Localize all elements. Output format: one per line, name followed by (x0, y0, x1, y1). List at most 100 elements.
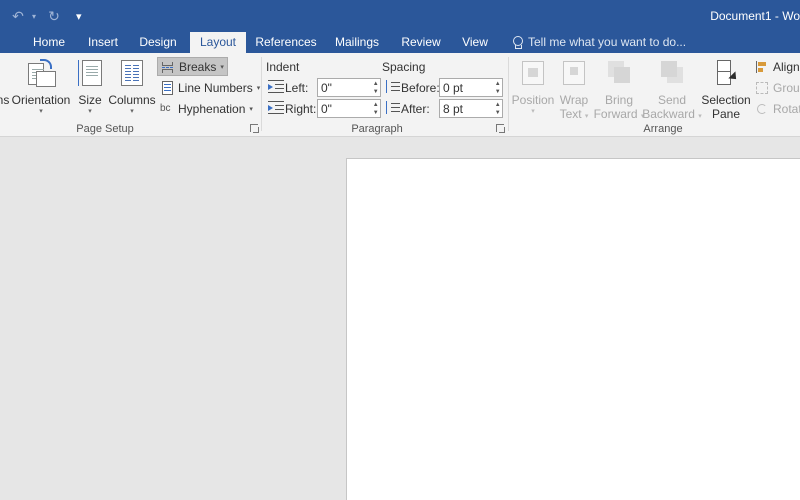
indent-right-icon (268, 101, 284, 114)
spacing-before-stepper[interactable]: ▲▼ (439, 78, 503, 97)
send-backward-icon (657, 57, 687, 89)
bring-forward-button[interactable]: Bring Forward ▾ (594, 57, 644, 122)
wrap-text-icon (559, 57, 589, 89)
spacing-before-input[interactable] (440, 79, 494, 96)
chevron-down-icon: ▾ (130, 108, 134, 115)
tab-review[interactable]: Review (396, 32, 446, 53)
position-label: Position (511, 93, 555, 107)
indent-right-input[interactable] (318, 100, 372, 117)
redo-icon[interactable]: ↻ (44, 6, 64, 26)
document-page[interactable] (346, 158, 800, 500)
undo-dropdown-icon[interactable]: ▾ (32, 12, 40, 21)
spacing-before-label: Before: (401, 81, 440, 95)
indent-heading: Indent (266, 60, 300, 74)
wrap-text-button[interactable]: Wrap Text ▾ (556, 57, 592, 122)
orientation-icon (26, 57, 56, 89)
send-backward-label-line2: Backward ▾ (642, 107, 702, 121)
line-numbers-button[interactable]: Line Numbers ▾ (157, 78, 263, 97)
spacing-after-label: After: (401, 102, 430, 116)
size-icon (75, 57, 105, 89)
paragraph-launcher-icon[interactable] (496, 124, 505, 133)
position-icon (518, 57, 548, 89)
spacing-before-icon (384, 80, 400, 94)
tab-mailings[interactable]: Mailings (328, 32, 386, 53)
rotate-button[interactable]: Rotate (752, 99, 800, 118)
align-icon (755, 60, 769, 74)
chevron-down-icon: ▾ (531, 108, 535, 115)
chevron-down-icon: ▾ (249, 105, 253, 113)
orientation-button[interactable]: Orientation ▾ (12, 57, 70, 117)
ribbon-layout: ns Orientation ▾ Size ▾ Columns ▾ (0, 53, 800, 137)
line-numbers-icon (160, 80, 174, 95)
lightbulb-icon (512, 35, 523, 50)
tab-references[interactable]: References (252, 32, 320, 53)
stepper-arrows-icon[interactable]: ▲ ▼ (371, 79, 380, 96)
paragraph-group-label: Paragraph (351, 123, 403, 135)
spacing-after-stepper[interactable]: ▲▼ (439, 99, 503, 118)
size-button[interactable]: Size ▾ (74, 57, 106, 117)
page-setup-group-label: Page Setup (76, 123, 134, 135)
group-button[interactable]: Group (752, 78, 800, 97)
page-setup-launcher-icon[interactable] (250, 124, 259, 133)
bring-forward-label-line1: Bring (604, 93, 633, 107)
customize-qat-icon[interactable]: ▾ (76, 10, 90, 23)
stepper-arrows-icon[interactable]: ▲ ▼ (493, 79, 502, 96)
send-backward-label-line1: Send (657, 93, 687, 107)
tell-me-label: Tell me what you want to do... (528, 35, 687, 49)
breaks-button[interactable]: Breaks ▾ (157, 57, 228, 76)
document-title: Document1 - Wo (710, 9, 800, 23)
align-label: Align (773, 59, 800, 74)
rotate-icon (755, 102, 769, 116)
margins-label: ns (0, 93, 10, 107)
indent-left-icon (268, 80, 284, 93)
spacing-after-input[interactable] (440, 100, 494, 117)
selection-pane-label-line1: Selection (701, 93, 751, 107)
margins-icon (0, 57, 10, 89)
tab-view[interactable]: View (454, 32, 496, 53)
columns-icon (117, 57, 147, 89)
quick-access-toolbar: ↶ ▾ ↻ ▾ (8, 6, 90, 26)
wrap-text-label-line1: Wrap (559, 93, 589, 107)
spacing-heading: Spacing (382, 60, 426, 74)
tell-me-box[interactable]: Tell me what you want to do... (512, 32, 686, 53)
orientation-label: Orientation (11, 93, 71, 107)
undo-icon[interactable]: ↶ (8, 6, 28, 26)
columns-button[interactable]: Columns ▾ (108, 57, 156, 117)
group-label: Group (773, 80, 800, 95)
indent-left-label: Left: (285, 81, 309, 95)
title-bar: ↶ ▾ ↻ ▾ Document1 - Wo (0, 0, 800, 32)
line-numbers-label: Line Numbers (178, 80, 253, 95)
chevron-down-icon: ▾ (220, 63, 224, 71)
tab-home[interactable]: Home (24, 32, 74, 53)
ribbon-tabs: Home Insert Design Layout References Mai… (0, 32, 800, 53)
selection-pane-label-line2: Pane (711, 107, 741, 121)
indent-left-input[interactable] (318, 79, 372, 96)
align-button[interactable]: Align ▾ (752, 57, 800, 76)
stepper-arrows-icon[interactable]: ▲ ▼ (371, 100, 380, 117)
breaks-label: Breaks (179, 59, 217, 74)
breaks-icon (161, 60, 175, 74)
group-divider (508, 57, 509, 131)
indent-left-stepper[interactable]: ▲▼ (317, 78, 381, 97)
rotate-label: Rotate (773, 101, 800, 116)
position-button[interactable]: Position ▾ (512, 57, 554, 117)
bring-forward-icon (604, 57, 634, 89)
indent-right-label: Right: (285, 102, 317, 116)
wrap-text-label-line2: Text ▾ (559, 107, 589, 121)
size-label: Size (78, 93, 102, 107)
bring-forward-label-line2: Forward ▾ (593, 107, 645, 121)
indent-right-stepper[interactable]: ▲▼ (317, 99, 381, 118)
tab-layout[interactable]: Layout (190, 32, 246, 53)
spacing-after-icon (384, 101, 400, 115)
group-icon (755, 81, 769, 95)
margins-button[interactable]: ns (0, 57, 10, 107)
send-backward-button[interactable]: Send Backward ▾ (642, 57, 702, 122)
stepper-arrows-icon[interactable]: ▲ ▼ (493, 100, 502, 117)
tab-insert[interactable]: Insert (80, 32, 126, 53)
hyphenation-button[interactable]: bc Hyphenation ▾ (157, 99, 256, 118)
document-workspace (0, 138, 800, 500)
chevron-down-icon: ▾ (88, 108, 92, 115)
tab-design[interactable]: Design (132, 32, 184, 53)
selection-pane-button[interactable]: Selection Pane (701, 57, 751, 121)
group-divider (261, 57, 262, 131)
